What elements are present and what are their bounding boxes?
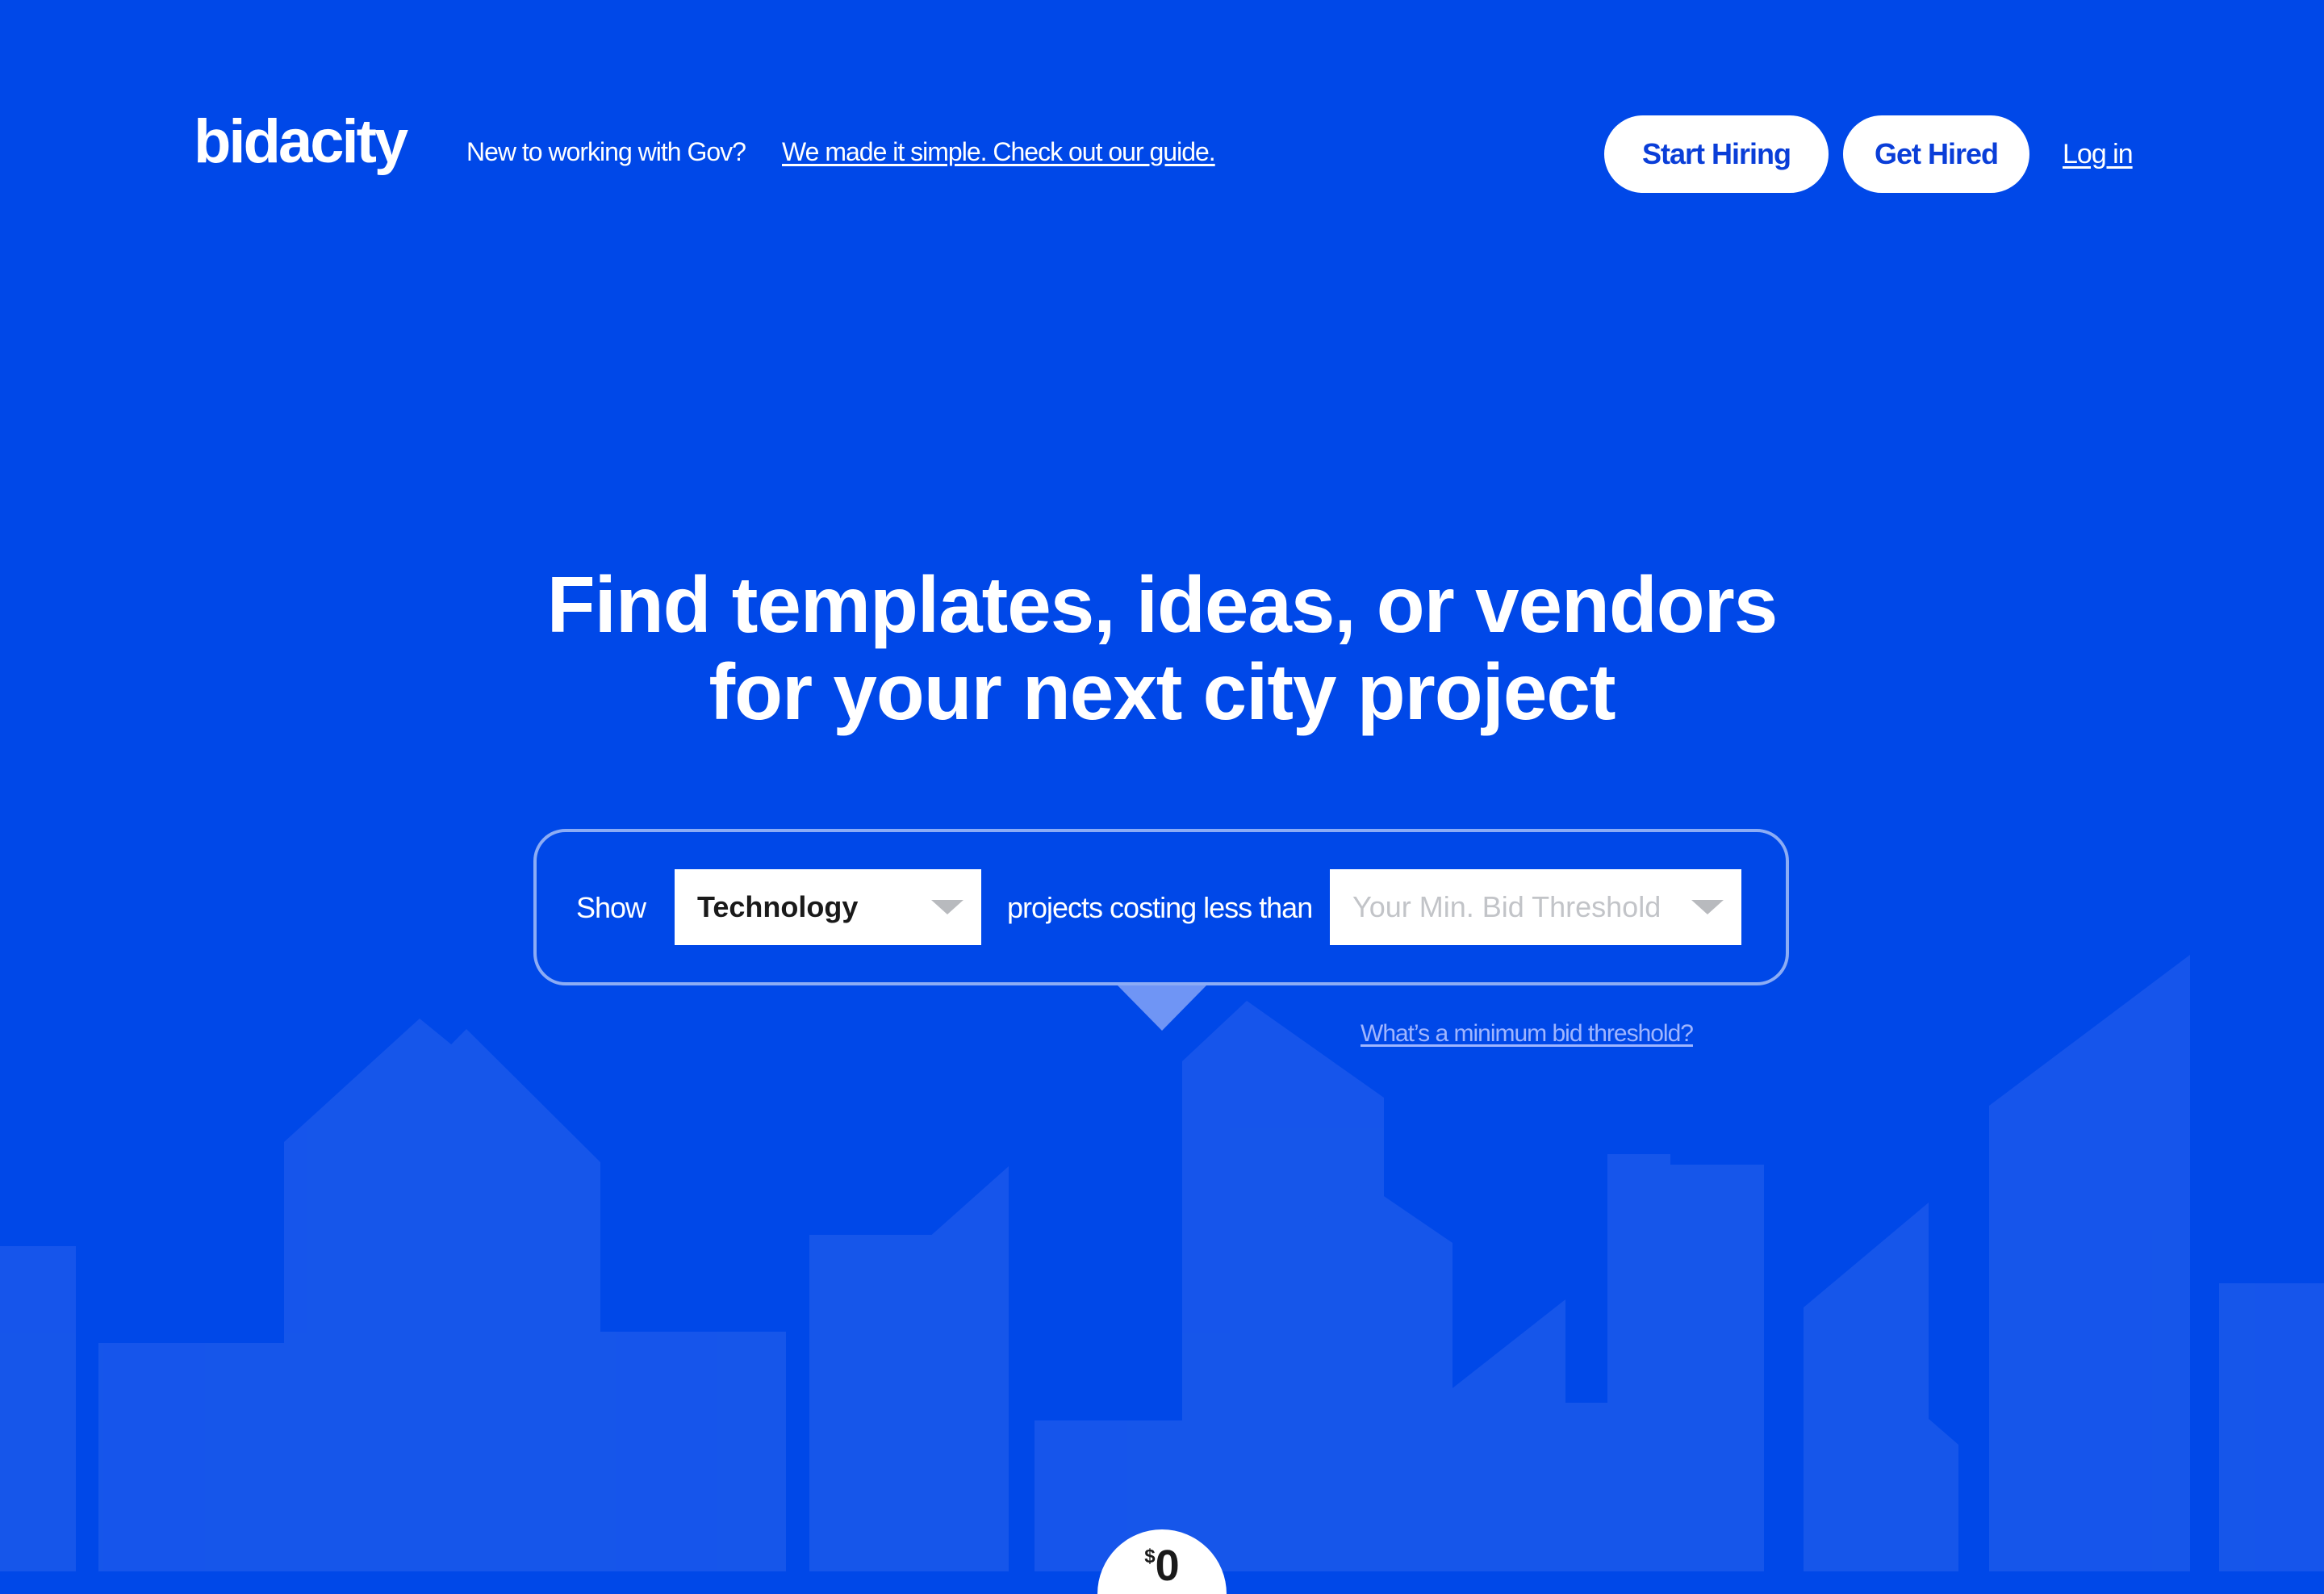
projects-costing-label: projects costing less than <box>1007 891 1313 924</box>
login-link[interactable]: Log in <box>2063 139 2134 170</box>
price-currency: $ <box>1144 1546 1156 1567</box>
bidacity-logo[interactable]: bidacity <box>194 111 408 173</box>
min-bid-threshold-help-link[interactable]: What’s a minimum bid threshold? <box>1361 1020 1694 1048</box>
category-select-value: Technology <box>697 890 859 923</box>
bid-threshold-select[interactable]: Your Min. Bid Threshold <box>1330 869 1741 945</box>
get-hired-button[interactable]: Get Hired <box>1843 115 2029 193</box>
bid-threshold-placeholder: Your Min. Bid Threshold <box>1352 890 1661 923</box>
show-label: Show <box>576 891 646 924</box>
filter-pointer-arrow <box>1118 985 1206 1031</box>
guide-link[interactable]: We made it simple. Check out our guide. <box>782 137 1216 167</box>
chevron-down-icon <box>931 900 963 914</box>
gov-intro-text: New to working with Gov? <box>466 137 746 166</box>
hero-headline-line-2: for your next city project <box>708 647 1616 736</box>
start-hiring-button[interactable]: Start Hiring <box>1604 115 1829 193</box>
city-skyline-illustration <box>0 955 2324 1571</box>
category-select[interactable]: Technology <box>675 869 981 945</box>
chevron-down-icon <box>1691 900 1724 914</box>
hero-headline: Find templates, ideas, or vendors for yo… <box>0 561 2324 735</box>
price-amount: 0 <box>1155 1542 1180 1590</box>
hero-headline-line-1: Find templates, ideas, or vendors <box>546 560 1779 649</box>
